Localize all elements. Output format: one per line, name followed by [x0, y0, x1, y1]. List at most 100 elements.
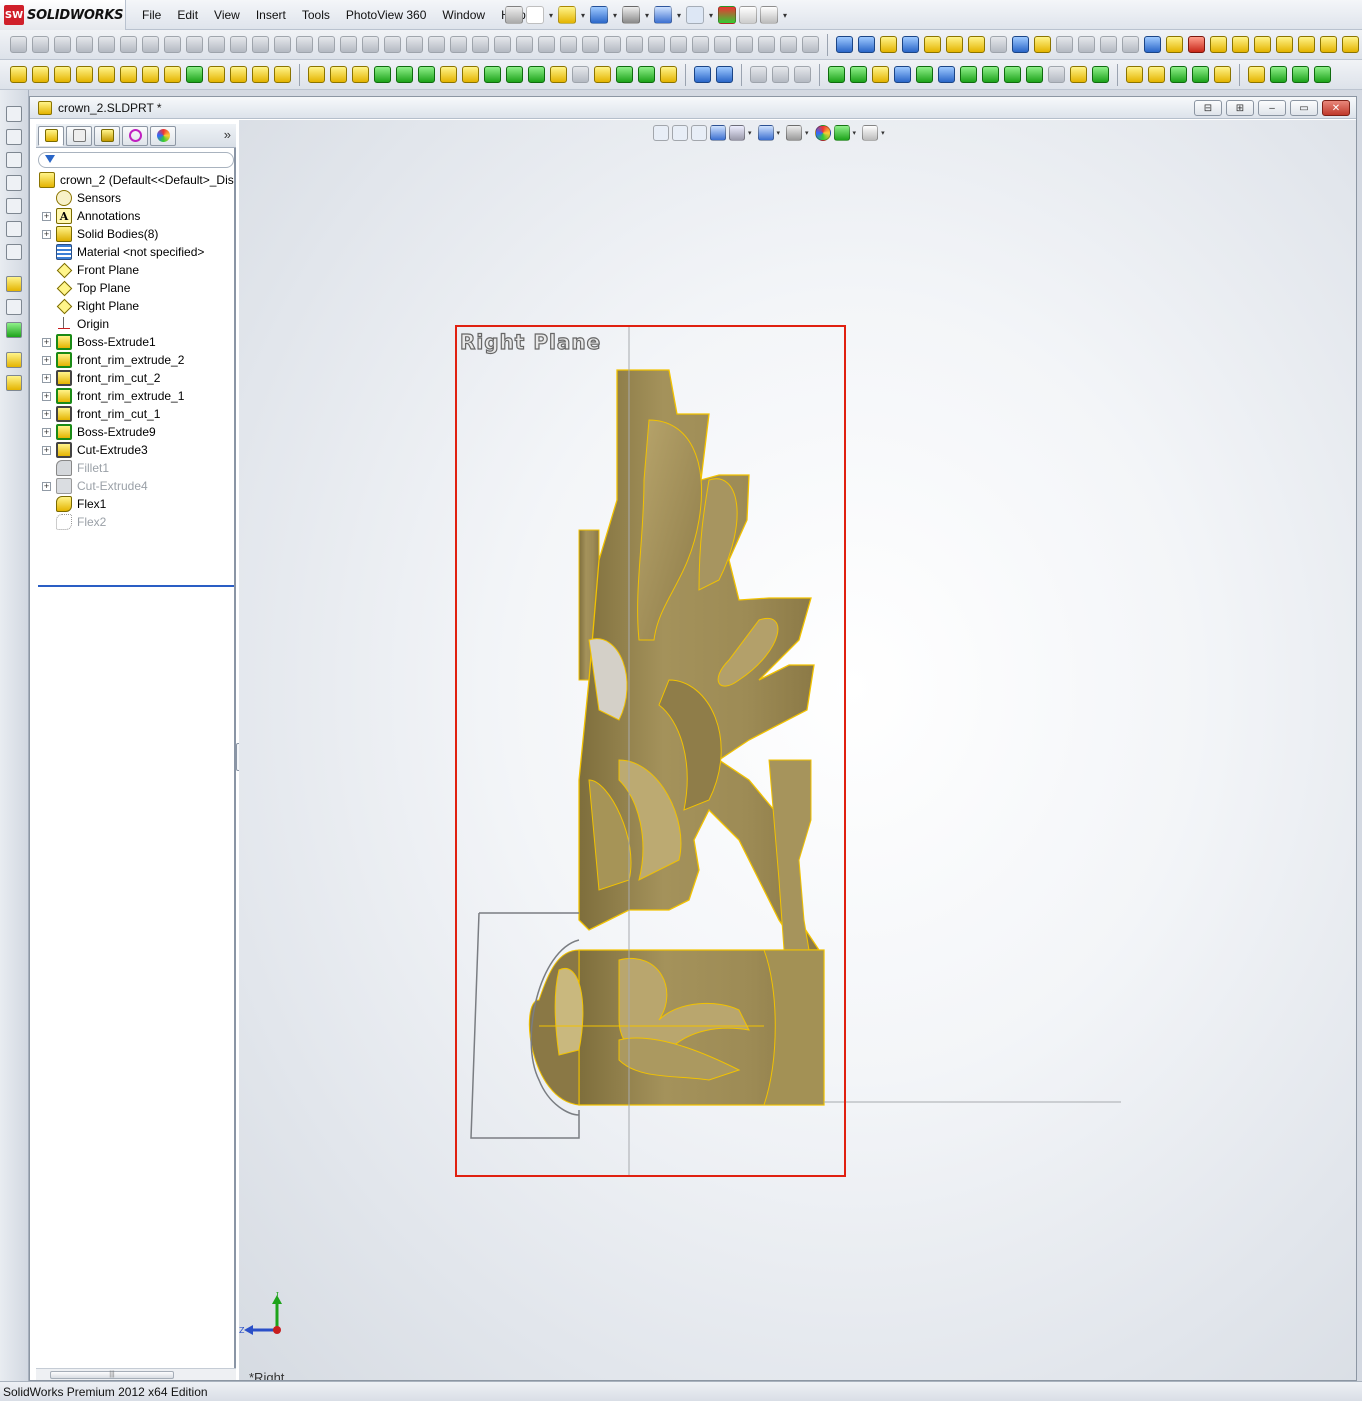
- command-row2-tool-41-icon[interactable]: [872, 66, 889, 83]
- options-icon[interactable]: [760, 6, 778, 24]
- command-row2-tool-48-icon[interactable]: [1026, 66, 1043, 83]
- command-row2-tool-57-icon[interactable]: [1214, 66, 1231, 83]
- command-row2-tool-62-icon[interactable]: [1314, 66, 1331, 83]
- command-row1-tool-19-icon[interactable]: [428, 36, 445, 53]
- command-row1-tool-27-icon[interactable]: [604, 36, 621, 53]
- command-row1-tool-8-icon[interactable]: [186, 36, 203, 53]
- command-row2-tool-40-icon[interactable]: [850, 66, 867, 83]
- tree-item-fillet1[interactable]: Fillet1: [36, 459, 236, 477]
- command-row2-tool-42-icon[interactable]: [894, 66, 911, 83]
- tree-item-sensors[interactable]: Sensors: [36, 189, 236, 207]
- tree-item-right-plane[interactable]: Right Plane: [36, 297, 236, 315]
- command-row1-tool-38-icon[interactable]: [836, 36, 853, 53]
- tab-feature-manager[interactable]: [38, 125, 64, 146]
- open-folder-icon[interactable]: [558, 6, 576, 24]
- minimize-button[interactable]: ‒: [1258, 100, 1286, 116]
- command-row1-tool-14-icon[interactable]: [318, 36, 335, 53]
- command-row2-tool-49-icon[interactable]: [1048, 66, 1065, 83]
- command-row2-tool-3-icon[interactable]: [76, 66, 93, 83]
- command-row2-tool-21-icon[interactable]: [462, 66, 479, 83]
- tree-item-flex2[interactable]: Flex2: [36, 513, 236, 531]
- expand-plus-icon[interactable]: +: [42, 482, 51, 491]
- command-row1-tool-25-icon[interactable]: [560, 36, 577, 53]
- select-cursor-icon[interactable]: [686, 6, 704, 24]
- tab-dimxpert-manager[interactable]: [122, 125, 148, 146]
- command-row2-tool-33-icon[interactable]: [716, 66, 733, 83]
- command-row1-tool-48-icon[interactable]: [1056, 36, 1073, 53]
- command-row2-tool-10-icon[interactable]: [230, 66, 247, 83]
- command-row2-tool-59-icon[interactable]: [1248, 66, 1265, 83]
- command-row2-tool-26-icon[interactable]: [572, 66, 589, 83]
- command-row2-tool-15-icon[interactable]: [330, 66, 347, 83]
- expand-plus-icon[interactable]: +: [42, 374, 51, 383]
- command-row2-tool-16-icon[interactable]: [352, 66, 369, 83]
- command-row1-tool-9-icon[interactable]: [208, 36, 225, 53]
- command-row1-tool-22-icon[interactable]: [494, 36, 511, 53]
- command-row1-tool-49-icon[interactable]: [1078, 36, 1095, 53]
- menu-window[interactable]: Window: [434, 8, 493, 22]
- command-row2-tool-61-icon[interactable]: [1292, 66, 1309, 83]
- close-button[interactable]: ✕: [1322, 100, 1350, 116]
- command-row1-tool-1-icon[interactable]: [32, 36, 49, 53]
- tree-item-boss-extrude9[interactable]: + Boss-Extrude9: [36, 423, 236, 441]
- tree-item-material-not-specified[interactable]: Material <not specified>: [36, 243, 236, 261]
- tree-item-front-rim-cut-1[interactable]: + front_rim_cut_1: [36, 405, 236, 423]
- select-dropdown-icon[interactable]: ▾: [707, 6, 715, 24]
- expand-plus-icon[interactable]: +: [42, 356, 51, 365]
- tree-item-annotations[interactable]: + A Annotations: [36, 207, 236, 225]
- command-row2-tool-32-icon[interactable]: [694, 66, 711, 83]
- command-row1-tool-54-icon[interactable]: [1188, 36, 1205, 53]
- menu-file[interactable]: File: [134, 8, 169, 22]
- view-bottom-icon[interactable]: [6, 221, 22, 237]
- command-row1-tool-44-icon[interactable]: [968, 36, 985, 53]
- command-row1-tool-42-icon[interactable]: [924, 36, 941, 53]
- command-row1-tool-45-icon[interactable]: [990, 36, 1007, 53]
- tab-property-manager[interactable]: [66, 125, 92, 146]
- command-row2-tool-43-icon[interactable]: [916, 66, 933, 83]
- relations-icon[interactable]: [6, 322, 22, 338]
- rebuild-traffic-light-icon[interactable]: [718, 6, 736, 24]
- command-row2-tool-54-icon[interactable]: [1148, 66, 1165, 83]
- pin-icon[interactable]: [505, 6, 523, 24]
- tab-display-manager[interactable]: [150, 125, 176, 146]
- menu-insert[interactable]: Insert: [248, 8, 294, 22]
- tree-item-front-plane[interactable]: Front Plane: [36, 261, 236, 279]
- command-row1-tool-60-icon[interactable]: [1320, 36, 1337, 53]
- expand-plus-icon[interactable]: +: [42, 392, 51, 401]
- expand-panel-icon[interactable]: »: [224, 127, 231, 142]
- command-row1-tool-51-icon[interactable]: [1122, 36, 1139, 53]
- tree-item-solid-bodies-8[interactable]: + Solid Bodies(8): [36, 225, 236, 243]
- tree-item-flex1[interactable]: Flex1: [36, 495, 236, 513]
- command-row1-tool-43-icon[interactable]: [946, 36, 963, 53]
- command-row2-tool-23-icon[interactable]: [506, 66, 523, 83]
- command-row1-tool-21-icon[interactable]: [472, 36, 489, 53]
- command-row1-tool-3-icon[interactable]: [76, 36, 93, 53]
- command-row2-tool-11-icon[interactable]: [252, 66, 269, 83]
- command-row1-tool-7-icon[interactable]: [164, 36, 181, 53]
- command-row1-tool-50-icon[interactable]: [1100, 36, 1117, 53]
- command-row2-tool-37-icon[interactable]: [794, 66, 811, 83]
- command-row1-tool-53-icon[interactable]: [1166, 36, 1183, 53]
- command-row1-tool-18-icon[interactable]: [406, 36, 423, 53]
- tile-vertical-button[interactable]: ⊞: [1226, 100, 1254, 116]
- command-row1-tool-52-icon[interactable]: [1144, 36, 1161, 53]
- command-row2-tool-2-icon[interactable]: [54, 66, 71, 83]
- command-row2-tool-35-icon[interactable]: [750, 66, 767, 83]
- command-row2-tool-0-icon[interactable]: [10, 66, 27, 83]
- tree-item-front-rim-extrude-2[interactable]: + front_rim_extrude_2: [36, 351, 236, 369]
- command-row2-tool-17-icon[interactable]: [374, 66, 391, 83]
- expand-plus-icon[interactable]: +: [42, 338, 51, 347]
- view-left-icon[interactable]: [6, 152, 22, 168]
- command-row2-tool-20-icon[interactable]: [440, 66, 457, 83]
- command-row1-tool-11-icon[interactable]: [252, 36, 269, 53]
- command-row2-tool-36-icon[interactable]: [772, 66, 789, 83]
- command-row1-tool-61-icon[interactable]: [1342, 36, 1359, 53]
- rollback-bar[interactable]: [38, 585, 234, 587]
- command-row2-tool-60-icon[interactable]: [1270, 66, 1287, 83]
- command-row2-tool-50-icon[interactable]: [1070, 66, 1087, 83]
- command-row1-tool-20-icon[interactable]: [450, 36, 467, 53]
- command-row1-tool-6-icon[interactable]: [142, 36, 159, 53]
- command-row1-tool-12-icon[interactable]: [274, 36, 291, 53]
- command-row2-tool-56-icon[interactable]: [1192, 66, 1209, 83]
- command-row1-tool-56-icon[interactable]: [1232, 36, 1249, 53]
